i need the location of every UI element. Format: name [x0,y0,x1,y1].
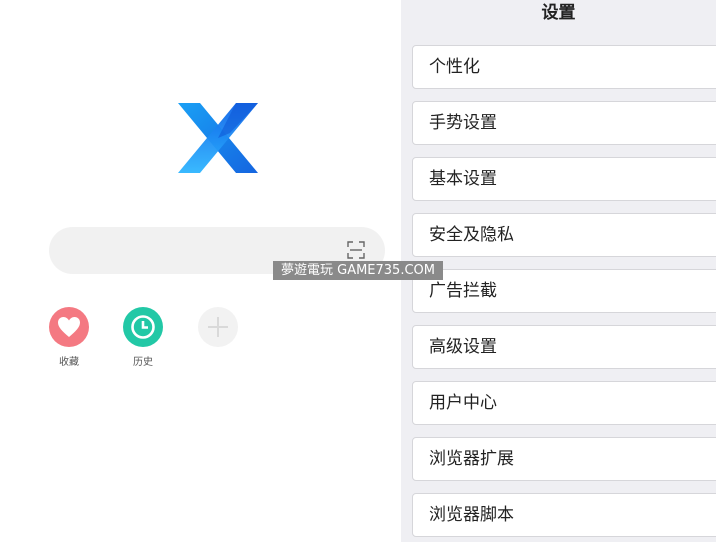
quick-link-favorites[interactable]: 收藏 [49,307,89,368]
screenshot: 收藏 历史 设置 个性化 手势设置 基本设置 安全及隐私 广告拦截 高级设置 用… [0,0,716,542]
settings-item-basic[interactable]: 基本设置 [412,157,716,201]
page-title: 设置 [541,3,576,23]
watermark: 夢遊電玩 GAME735.COM [273,261,443,280]
favorites-button[interactable] [49,307,89,347]
add-shortcut-button[interactable] [198,307,238,347]
settings-panel: 设置 个性化 手势设置 基本设置 安全及隐私 广告拦截 高级设置 用户中心 浏览… [401,0,716,542]
settings-item-ad-block[interactable]: 广告拦截 [412,269,716,313]
x-browser-logo-icon [178,103,258,173]
settings-item-extensions[interactable]: 浏览器扩展 [412,437,716,481]
settings-item-scripts[interactable]: 浏览器脚本 [412,493,716,537]
quick-link-history[interactable]: 历史 [123,307,163,368]
settings-item-gestures[interactable]: 手势设置 [412,101,716,145]
clock-icon [131,315,155,339]
quick-link-add[interactable] [198,307,238,353]
settings-item-personalize[interactable]: 个性化 [412,45,716,89]
favorites-label: 收藏 [59,357,79,368]
history-button[interactable] [123,307,163,347]
plus-icon [208,317,228,337]
settings-item-user-center[interactable]: 用户中心 [412,381,716,425]
heart-icon [58,317,80,337]
settings-item-advanced[interactable]: 高级设置 [412,325,716,369]
history-label: 历史 [133,357,153,368]
settings-item-security-privacy[interactable]: 安全及隐私 [412,213,716,257]
scan-icon[interactable] [347,241,365,259]
